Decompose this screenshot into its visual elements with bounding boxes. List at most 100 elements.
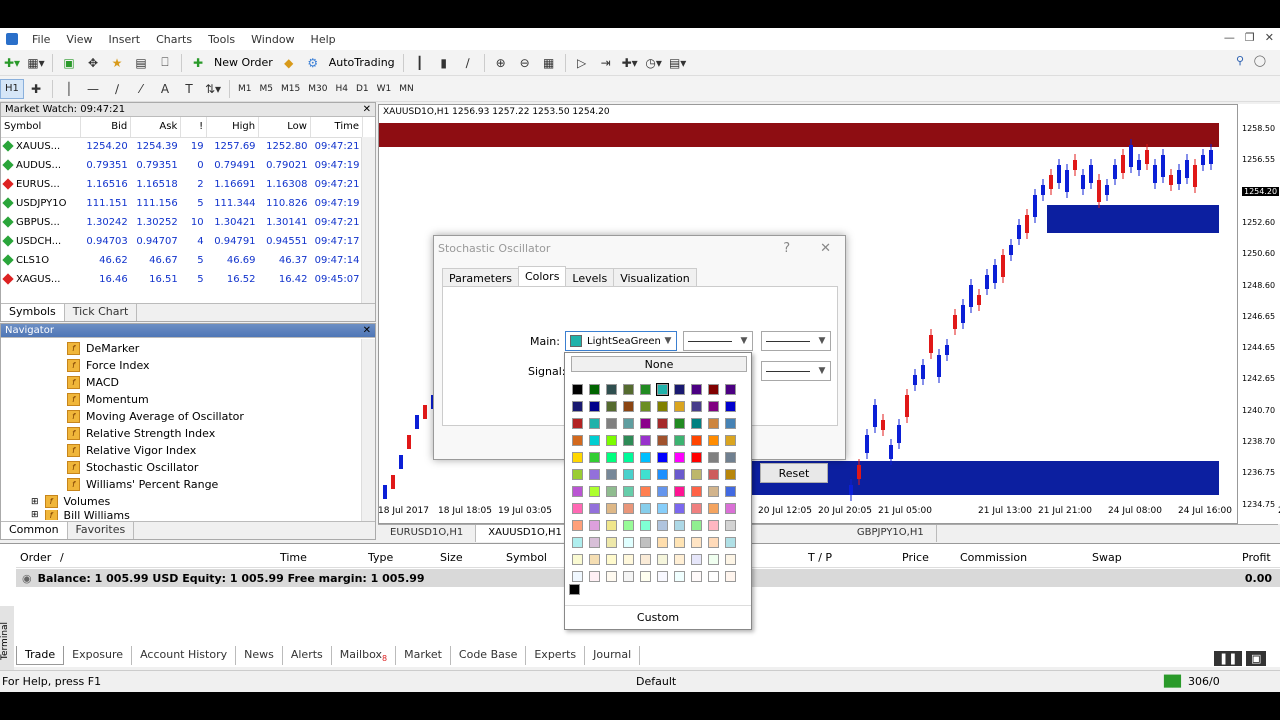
color-cell[interactable] xyxy=(722,568,739,585)
color-cell[interactable] xyxy=(637,517,654,534)
pause-icon[interactable]: ❚❚ xyxy=(1214,651,1243,666)
color-cell[interactable] xyxy=(586,483,603,500)
chart-shift-icon[interactable]: ⇥ xyxy=(596,53,616,73)
help-icon[interactable]: ? xyxy=(783,241,790,256)
market-watch-row[interactable]: CLS1O 46.62 46.67 5 46.69 46.37 09:47:14 xyxy=(1,251,363,270)
chat-icon[interactable]: ◯ xyxy=(1254,54,1266,67)
indicators-icon[interactable]: ✚▾ xyxy=(620,53,640,73)
color-cell[interactable] xyxy=(722,432,739,449)
custom-color-button[interactable]: Custom xyxy=(565,605,751,629)
col-type[interactable]: Type xyxy=(368,551,393,564)
tester-icon[interactable]: ⎕ xyxy=(155,53,175,73)
color-cell[interactable] xyxy=(569,551,586,568)
timeframe-h4[interactable]: H4 xyxy=(331,80,352,98)
color-cell[interactable] xyxy=(620,483,637,500)
chart-tab-eurusd[interactable]: EURUSD1O,H1 xyxy=(378,525,477,542)
tab-news[interactable]: News xyxy=(236,646,283,666)
main-color-select[interactable]: LightSeaGreen ▼ xyxy=(565,331,677,351)
timeframe-d1[interactable]: D1 xyxy=(352,80,373,98)
navigator-item[interactable]: f Relative Strength Index xyxy=(1,425,375,442)
metaeditor-icon[interactable]: ◆ xyxy=(279,53,299,73)
color-cell[interactable] xyxy=(688,398,705,415)
color-cell[interactable] xyxy=(722,449,739,466)
color-cell[interactable] xyxy=(722,517,739,534)
navigator-item[interactable]: f Williams' Percent Range xyxy=(1,476,375,493)
color-cell[interactable] xyxy=(654,483,671,500)
navigator-scrollbar[interactable] xyxy=(361,339,375,521)
color-cell[interactable] xyxy=(603,568,620,585)
col-spread[interactable]: ! xyxy=(180,117,208,138)
reset-button[interactable]: Reset xyxy=(760,463,828,483)
color-cell[interactable] xyxy=(569,483,586,500)
vertical-line-icon[interactable]: │ xyxy=(59,79,79,99)
color-cell[interactable] xyxy=(569,449,586,466)
candlestick-icon[interactable]: ▮ xyxy=(434,53,454,73)
color-cell[interactable] xyxy=(603,534,620,551)
color-cell[interactable] xyxy=(654,415,671,432)
zoom-out-icon[interactable]: ⊖ xyxy=(515,53,535,73)
tab-account-history[interactable]: Account History xyxy=(132,646,237,666)
color-cell[interactable] xyxy=(620,381,637,398)
color-cell[interactable] xyxy=(722,381,739,398)
col-bid[interactable]: Bid xyxy=(80,117,132,138)
timeframe-mn[interactable]: MN xyxy=(395,80,418,98)
color-cell[interactable] xyxy=(569,500,586,517)
market-watch-row[interactable]: AUDUS... 0.79351 0.79351 0 0.79491 0.790… xyxy=(1,156,363,175)
timeframe-m30[interactable]: M30 xyxy=(304,80,331,98)
color-cell[interactable] xyxy=(671,415,688,432)
color-cell[interactable] xyxy=(620,500,637,517)
color-cell[interactable] xyxy=(603,466,620,483)
tab-common[interactable]: Common xyxy=(1,522,68,539)
col-high[interactable]: High xyxy=(206,117,260,138)
color-cell[interactable] xyxy=(705,449,722,466)
arrows-icon[interactable]: ⇅▾ xyxy=(203,79,223,99)
col-commission[interactable]: Commission xyxy=(960,551,1027,564)
tab-tick-chart[interactable]: Tick Chart xyxy=(65,304,138,321)
market-watch-icon[interactable]: ▣ xyxy=(59,53,79,73)
color-cell[interactable] xyxy=(586,500,603,517)
tab-alerts[interactable]: Alerts xyxy=(283,646,332,666)
color-cell[interactable] xyxy=(654,466,671,483)
color-cell[interactable] xyxy=(688,483,705,500)
color-cell[interactable] xyxy=(637,534,654,551)
color-cell[interactable] xyxy=(722,534,739,551)
tab-market[interactable]: Market xyxy=(396,646,451,666)
color-cell[interactable] xyxy=(688,517,705,534)
color-cell[interactable] xyxy=(705,534,722,551)
timeframe-h1[interactable]: H1 xyxy=(0,78,24,99)
main-width-select[interactable]: ▼ xyxy=(761,331,831,351)
color-cell[interactable] xyxy=(705,415,722,432)
color-cell[interactable] xyxy=(654,381,671,398)
none-color-button[interactable]: None xyxy=(571,356,747,372)
timeframe-m15[interactable]: M15 xyxy=(277,80,304,98)
color-cell[interactable] xyxy=(654,517,671,534)
menu-charts[interactable]: Charts xyxy=(148,33,200,46)
color-cell[interactable] xyxy=(688,466,705,483)
terminal-icon[interactable]: ▤ xyxy=(131,53,151,73)
color-cell[interactable] xyxy=(620,466,637,483)
price-scale[interactable]: 1258.50 1256.55 1254.20 1252.60 1250.60 1248.… xyxy=(1238,104,1280,524)
restore-icon[interactable]: ❐ xyxy=(1245,31,1255,44)
color-cell[interactable] xyxy=(603,381,620,398)
label-icon[interactable]: T xyxy=(179,79,199,99)
color-cell[interactable] xyxy=(722,500,739,517)
navigator-item[interactable]: f Relative Vigor Index xyxy=(1,442,375,459)
tab-symbols[interactable]: Symbols xyxy=(1,304,65,321)
market-watch-row[interactable]: USDJPY1O 111.151 111.156 5 111.344 110.8… xyxy=(1,194,363,213)
color-cell[interactable] xyxy=(620,551,637,568)
col-low[interactable]: Low xyxy=(258,117,311,138)
color-cell[interactable] xyxy=(705,432,722,449)
color-cell[interactable] xyxy=(688,534,705,551)
tab-journal[interactable]: Journal xyxy=(585,646,641,666)
tab-trade[interactable]: Trade xyxy=(16,646,65,666)
tab-favorites[interactable]: Favorites xyxy=(68,522,135,539)
color-cell[interactable] xyxy=(620,517,637,534)
color-cell[interactable] xyxy=(671,534,688,551)
menu-view[interactable]: View xyxy=(58,33,100,46)
color-cell[interactable] xyxy=(654,500,671,517)
color-cell[interactable] xyxy=(603,432,620,449)
new-order-button[interactable]: New Order xyxy=(210,56,277,69)
menu-insert[interactable]: Insert xyxy=(101,33,149,46)
navigator-group-bill-williams[interactable]: ⊞ f Bill Williams xyxy=(1,510,375,520)
timeframe-m5[interactable]: M5 xyxy=(256,80,278,98)
